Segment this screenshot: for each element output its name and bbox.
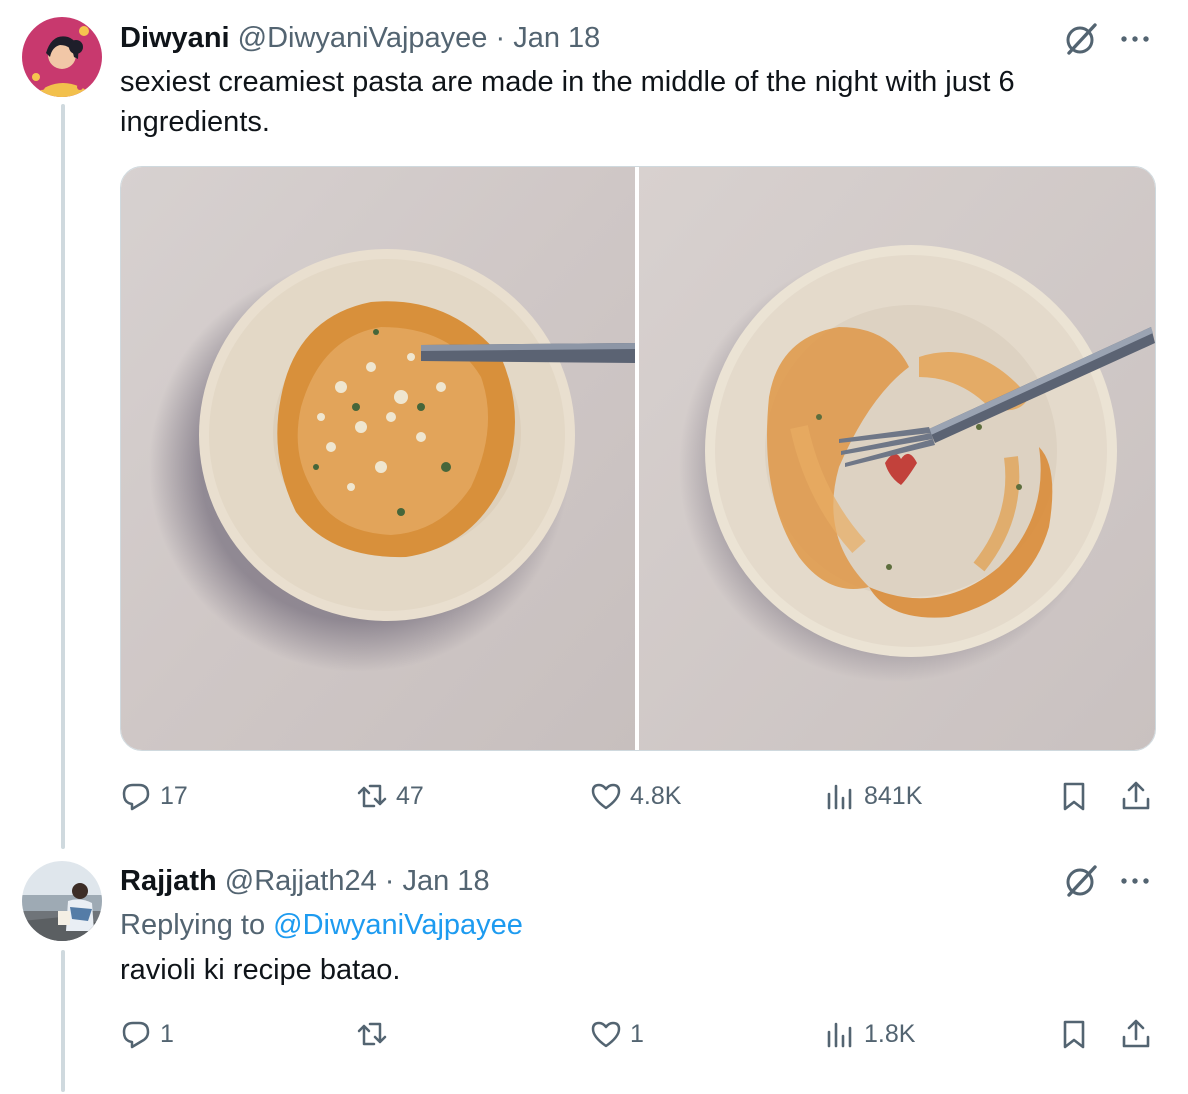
bookmark-icon — [1063, 782, 1085, 811]
views-button[interactable]: 841K — [824, 780, 922, 812]
share-button[interactable] — [1120, 780, 1152, 812]
photo-full-pasta[interactable] — [121, 167, 635, 750]
repost-count: 47 — [396, 781, 424, 810]
photo-empty-plate[interactable] — [639, 167, 1155, 750]
avatar[interactable] — [22, 17, 102, 97]
repost-button[interactable]: 47 — [356, 780, 424, 812]
share-icon — [1122, 781, 1150, 810]
reply-button[interactable]: 17 — [120, 780, 188, 812]
author-name[interactable]: Diwyani — [120, 22, 230, 54]
separator-dot: · — [495, 22, 506, 54]
bookmark-button[interactable] — [1058, 1018, 1090, 1050]
bookmark-button[interactable] — [1058, 780, 1090, 812]
reply-icon — [122, 1021, 150, 1049]
views-count: 841K — [864, 781, 923, 810]
tweet-text: sexiest creamiest pasta are made in the … — [120, 62, 1015, 142]
reply-count: 1 — [160, 1019, 174, 1048]
grok-icon[interactable] — [1064, 22, 1098, 61]
author-name[interactable]: Rajjath — [120, 865, 217, 897]
like-count: 4.8K — [630, 781, 682, 810]
views-icon — [827, 784, 852, 810]
tweet-text: ravioli ki recipe batao. — [120, 954, 401, 986]
replying-to-handle[interactable]: @DiwyaniVajpayee — [273, 909, 523, 941]
avatar[interactable] — [22, 861, 102, 941]
heart-icon — [591, 783, 621, 810]
more-icon[interactable] — [1118, 22, 1152, 61]
thread-connector-line — [61, 950, 65, 1092]
author-handle[interactable]: @Rajjath24 — [225, 865, 377, 897]
tweet-text-line: sexiest creamiest pasta are made in the … — [120, 66, 1015, 98]
repost-icon — [357, 784, 387, 808]
separator-dot: · — [384, 865, 395, 897]
views-count: 1.8K — [864, 1019, 916, 1048]
like-button[interactable]: 4.8K — [590, 780, 681, 812]
repost-button[interactable] — [356, 1018, 396, 1050]
bookmark-icon — [1063, 1020, 1085, 1049]
tweet-text-line: ingredients. — [120, 106, 270, 138]
replying-to-label: Replying to — [120, 909, 266, 941]
thread-connector-line — [61, 104, 65, 849]
heart-icon — [591, 1021, 621, 1048]
more-icon[interactable] — [1118, 864, 1152, 903]
reply-count: 17 — [160, 781, 188, 810]
views-button[interactable]: 1.8K — [824, 1018, 915, 1050]
tweet-header: Rajjath @Rajjath24 · Jan 18 — [120, 863, 490, 899]
views-icon — [827, 1022, 852, 1048]
author-handle[interactable]: @DiwyaniVajpayee — [238, 22, 488, 54]
tweet-media[interactable] — [120, 166, 1156, 751]
tweet-header: Diwyani @DiwyaniVajpayee · Jan 18 — [120, 20, 600, 56]
grok-icon[interactable] — [1064, 864, 1098, 903]
repost-icon — [357, 1022, 387, 1046]
share-icon — [1122, 1019, 1150, 1048]
share-button[interactable] — [1120, 1018, 1152, 1050]
replying-to: Replying to @DiwyaniVajpayee — [120, 907, 523, 943]
reply-icon — [122, 783, 150, 811]
like-count: 1 — [630, 1019, 644, 1048]
like-button[interactable]: 1 — [590, 1018, 644, 1050]
tweet-date[interactable]: Jan 18 — [513, 22, 600, 54]
tweet-date[interactable]: Jan 18 — [403, 865, 490, 897]
reply-button[interactable]: 1 — [120, 1018, 174, 1050]
